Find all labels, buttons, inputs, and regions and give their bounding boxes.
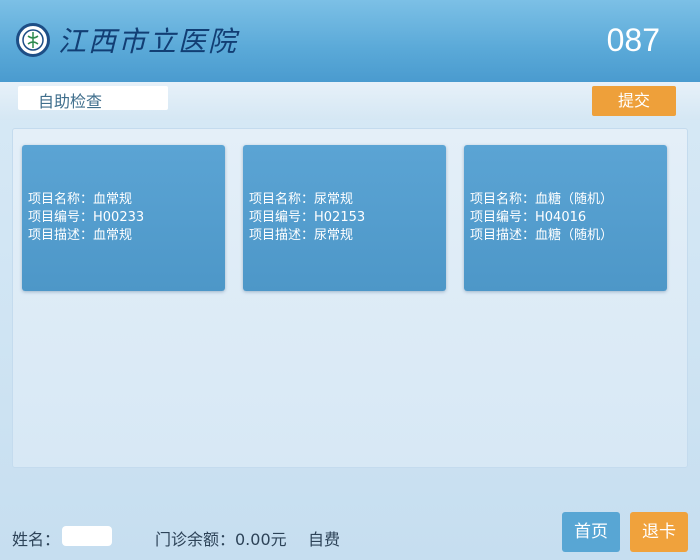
hospital-logo: 江西市立医院 — [16, 20, 238, 60]
item-code: 项目编号：H00233 — [28, 210, 145, 225]
submit-button[interactable]: 提交 — [592, 86, 676, 116]
exam-item-card[interactable]: 项目名称：尿常规 项目编号：H02153 项目描述：尿常规 — [243, 145, 446, 291]
item-description: 项目描述：血常规 — [28, 228, 133, 243]
page-title: 自助检查 — [18, 86, 168, 111]
payment-type: 自费 — [308, 530, 341, 549]
item-code: 项目编号：H04016 — [470, 210, 587, 225]
item-description: 项目描述：尿常规 — [249, 228, 354, 243]
outpatient-balance: 门诊余额：0.00元 — [155, 530, 287, 549]
item-code: 项目编号：H02153 — [249, 210, 366, 225]
exam-item-card[interactable]: 项目名称：血糖（随机） 项目编号：H04016 项目描述：血糖（随机） — [464, 145, 667, 291]
hospital-emblem-icon — [16, 23, 50, 57]
home-button[interactable]: 首页 — [562, 512, 620, 552]
item-name: 项目名称：血糖（随机） — [470, 192, 614, 207]
eject-card-button[interactable]: 退卡 — [630, 512, 688, 552]
header-bar: 江西市立医院 087 — [0, 0, 700, 82]
patient-name-label: 姓名： — [12, 530, 61, 549]
patient-name-redacted — [62, 526, 112, 546]
item-description: 项目描述：血糖（随机） — [470, 228, 614, 243]
item-name: 项目名称：血常规 — [28, 192, 133, 207]
queue-number: 087 — [606, 22, 660, 58]
hospital-name: 江西市立医院 — [58, 25, 239, 58]
exam-item-card[interactable]: 项目名称：血常规 项目编号：H00233 项目描述：血常规 — [22, 145, 225, 291]
item-name: 项目名称：尿常规 — [249, 192, 354, 207]
